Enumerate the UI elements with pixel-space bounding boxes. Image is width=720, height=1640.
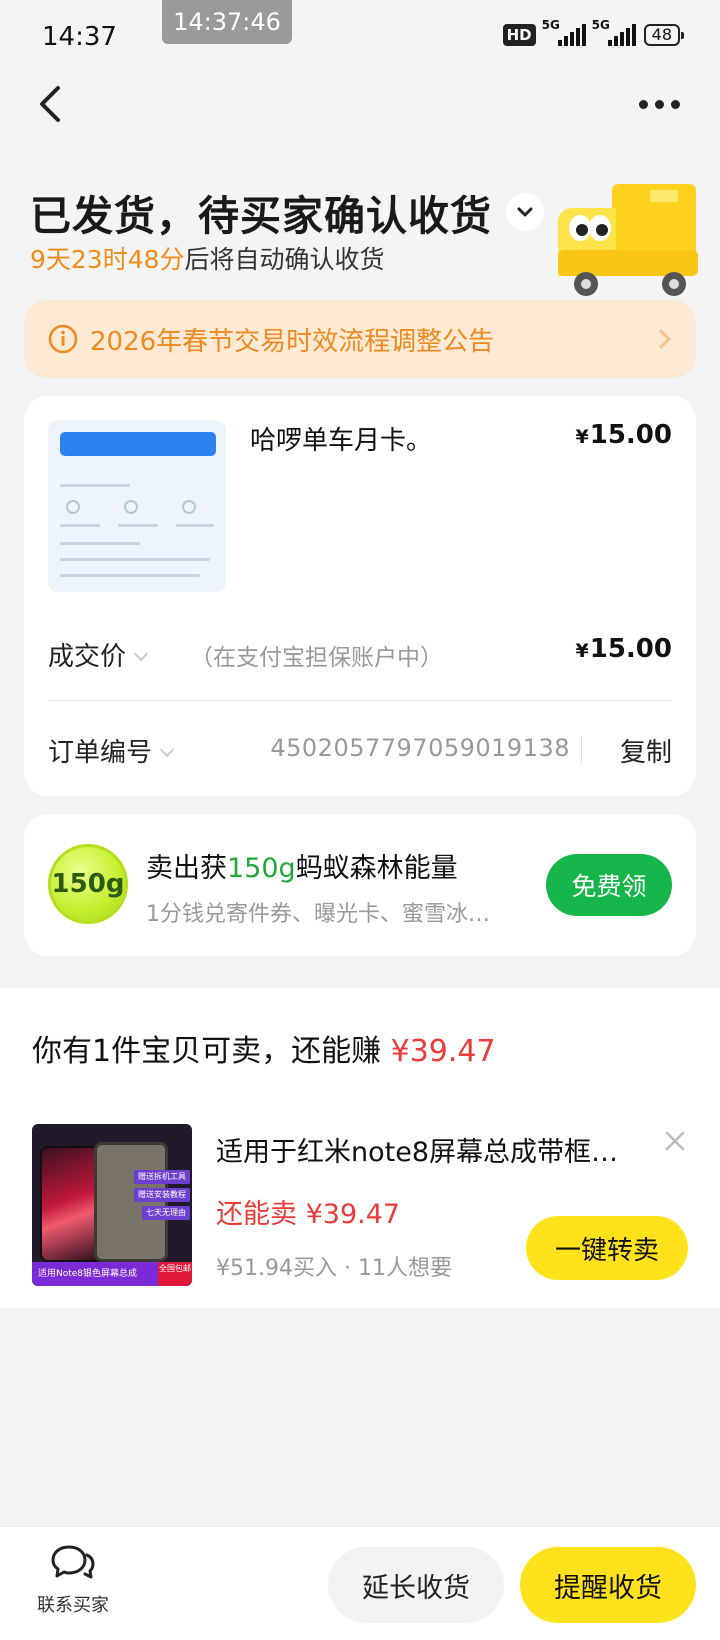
announcement-text: 2026年春节交易时效流程调整公告	[90, 326, 495, 357]
bottom-action-bar: 联系买家 延长收货 提醒收货	[0, 1526, 720, 1640]
energy-title-prefix: 卖出获	[146, 853, 227, 884]
extend-receipt-button[interactable]: 延长收货	[328, 1547, 504, 1623]
more-button[interactable]	[639, 100, 680, 109]
resale-amount: ¥39.47	[390, 1034, 496, 1069]
order-card: 哈啰单车月卡。 ¥15.00 成交价 （在支付宝担保账户中） ¥15.00 订单…	[24, 396, 696, 796]
energy-amount: 150g	[227, 853, 296, 884]
divider	[48, 700, 672, 701]
network-label-2: 5G	[591, 18, 610, 32]
image-badge: 全国包邮	[158, 1262, 192, 1286]
deal-price-label[interactable]: 成交价	[48, 636, 149, 673]
chevron-left-icon	[40, 86, 60, 122]
title-row: 已发货，待买家确认收货	[30, 182, 544, 242]
product-price: ¥15.00	[576, 420, 672, 450]
resale-section: 你有1件宝贝可卖，还能赚 ¥39.47 赠送拆机工具 赠送安装教程 七天无理由 …	[0, 988, 720, 1308]
status-icons: HD 5G 5G 48	[502, 18, 685, 46]
product-thumbnail[interactable]	[48, 420, 226, 592]
image-tag: 赠送拆机工具	[134, 1170, 190, 1184]
energy-title-suffix: 蚂蚁森林能量	[295, 853, 458, 884]
resale-title: 你有1件宝贝可卖，还能赚 ¥39.47	[32, 1026, 496, 1070]
back-button[interactable]	[32, 82, 72, 126]
chevron-down-icon	[517, 207, 533, 217]
resale-item-price: 还能卖 ¥39.47	[216, 1199, 401, 1230]
auto-confirm-countdown: 9天23时48分后将自动确认收货	[30, 240, 385, 276]
delivery-truck-illustration	[558, 184, 698, 296]
divider	[581, 736, 582, 762]
order-number: 4502057797059019138	[270, 734, 570, 762]
resale-title-text: 你有1件宝贝可卖，还能赚	[32, 1034, 391, 1069]
chevron-down-icon	[159, 742, 175, 758]
deal-price-value: 15.00	[589, 634, 672, 664]
network-label: 5G	[541, 18, 560, 32]
close-icon[interactable]	[664, 1130, 686, 1152]
info-icon	[48, 324, 78, 354]
deal-price-note: （在支付宝担保账户中）	[190, 645, 443, 671]
energy-title: 卖出获150g蚂蚁森林能量	[146, 846, 458, 885]
hd-icon: HD	[502, 24, 536, 46]
contact-buyer-label: 联系买家	[37, 1595, 109, 1616]
currency-symbol: ¥	[575, 640, 589, 662]
one-click-resell-button[interactable]: 一键转卖	[526, 1216, 688, 1280]
image-band: 适用Note8银色屏幕总成 全国包邮	[32, 1262, 192, 1286]
energy-subtitle: 1分钱兑寄件券、曝光卡、蜜雪冰…	[146, 902, 490, 927]
chevron-right-icon	[659, 329, 672, 349]
currency-symbol: ¥	[575, 426, 589, 448]
resale-item-name[interactable]: 适用于红米note8屏幕总成带框…	[216, 1130, 618, 1169]
chat-icon	[51, 1545, 95, 1579]
signal-icon: 5G	[542, 18, 586, 46]
battery-icon: 48	[643, 24, 685, 46]
contact-buyer-button[interactable]: 联系买家	[28, 1543, 118, 1617]
status-expand-button[interactable]	[506, 193, 544, 231]
image-tag: 七天无理由	[142, 1206, 190, 1220]
deal-label-text: 成交价	[48, 642, 127, 672]
resale-item-image[interactable]: 赠送拆机工具 赠送安装教程 七天无理由 适用Note8银色屏幕总成 全国包邮	[32, 1124, 192, 1286]
signal-icon-2: 5G	[592, 18, 636, 46]
page-title: 已发货，待买家确认收货	[30, 192, 492, 240]
screen-recording-time: 14:37:46	[162, 0, 292, 44]
order-number-label[interactable]: 订单编号	[48, 732, 175, 769]
resale-item-meta: ¥51.94买入 · 11人想要	[216, 1256, 452, 1281]
image-tag: 赠送安装教程	[134, 1188, 190, 1202]
product-name[interactable]: 哈啰单车月卡。	[250, 420, 432, 457]
image-band-text: 适用Note8银色屏幕总成	[38, 1269, 138, 1279]
order-label-text: 订单编号	[48, 738, 153, 768]
energy-ball-icon: 150g	[48, 844, 128, 924]
remind-receipt-button[interactable]: 提醒收货	[520, 1547, 696, 1623]
deal-price: ¥15.00	[576, 634, 672, 664]
countdown-suffix: 后将自动确认收货	[184, 245, 385, 274]
forest-energy-card: 150g 卖出获150g蚂蚁森林能量 1分钱兑寄件券、曝光卡、蜜雪冰… 免费领	[24, 814, 696, 956]
announcement-banner[interactable]: 2026年春节交易时效流程调整公告	[24, 300, 696, 378]
status-time: 14:37	[42, 22, 117, 52]
claim-free-button[interactable]: 免费领	[546, 854, 672, 916]
copy-button[interactable]: 复制	[620, 732, 672, 769]
product-price-value: 15.00	[589, 420, 672, 450]
chevron-down-icon	[133, 646, 149, 662]
countdown-value: 9天23时48分	[30, 245, 185, 274]
